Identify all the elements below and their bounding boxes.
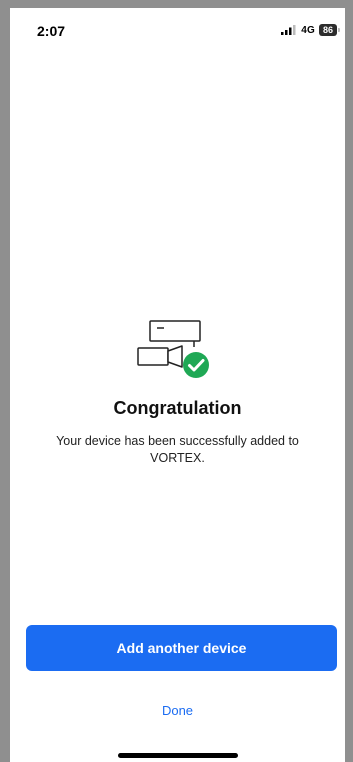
add-another-device-button[interactable]: Add another device bbox=[26, 625, 337, 671]
network-type: 4G bbox=[301, 24, 315, 36]
devices-camera-success-icon bbox=[136, 320, 209, 378]
status-indicators: 4G 86 bbox=[281, 24, 340, 36]
success-panel: Congratulation Your device has been succ… bbox=[10, 318, 345, 467]
status-bar: 2:07 4G 86 bbox=[10, 8, 345, 52]
cellular-signal-icon bbox=[281, 25, 296, 35]
battery-level: 86 bbox=[322, 25, 333, 35]
success-message: Your device has been successfully added … bbox=[56, 434, 299, 465]
device-frame: 2:07 4G 86 Congratulation Your device ha… bbox=[0, 0, 353, 762]
page-title: Congratulation bbox=[113, 398, 242, 418]
status-time: 2:07 bbox=[37, 23, 66, 39]
done-button[interactable]: Done bbox=[118, 702, 238, 719]
home-indicator[interactable] bbox=[117, 753, 238, 758]
app-screen: 2:07 4G 86 Congratulation Your device ha… bbox=[10, 8, 345, 762]
battery-icon: 86 bbox=[319, 24, 340, 36]
